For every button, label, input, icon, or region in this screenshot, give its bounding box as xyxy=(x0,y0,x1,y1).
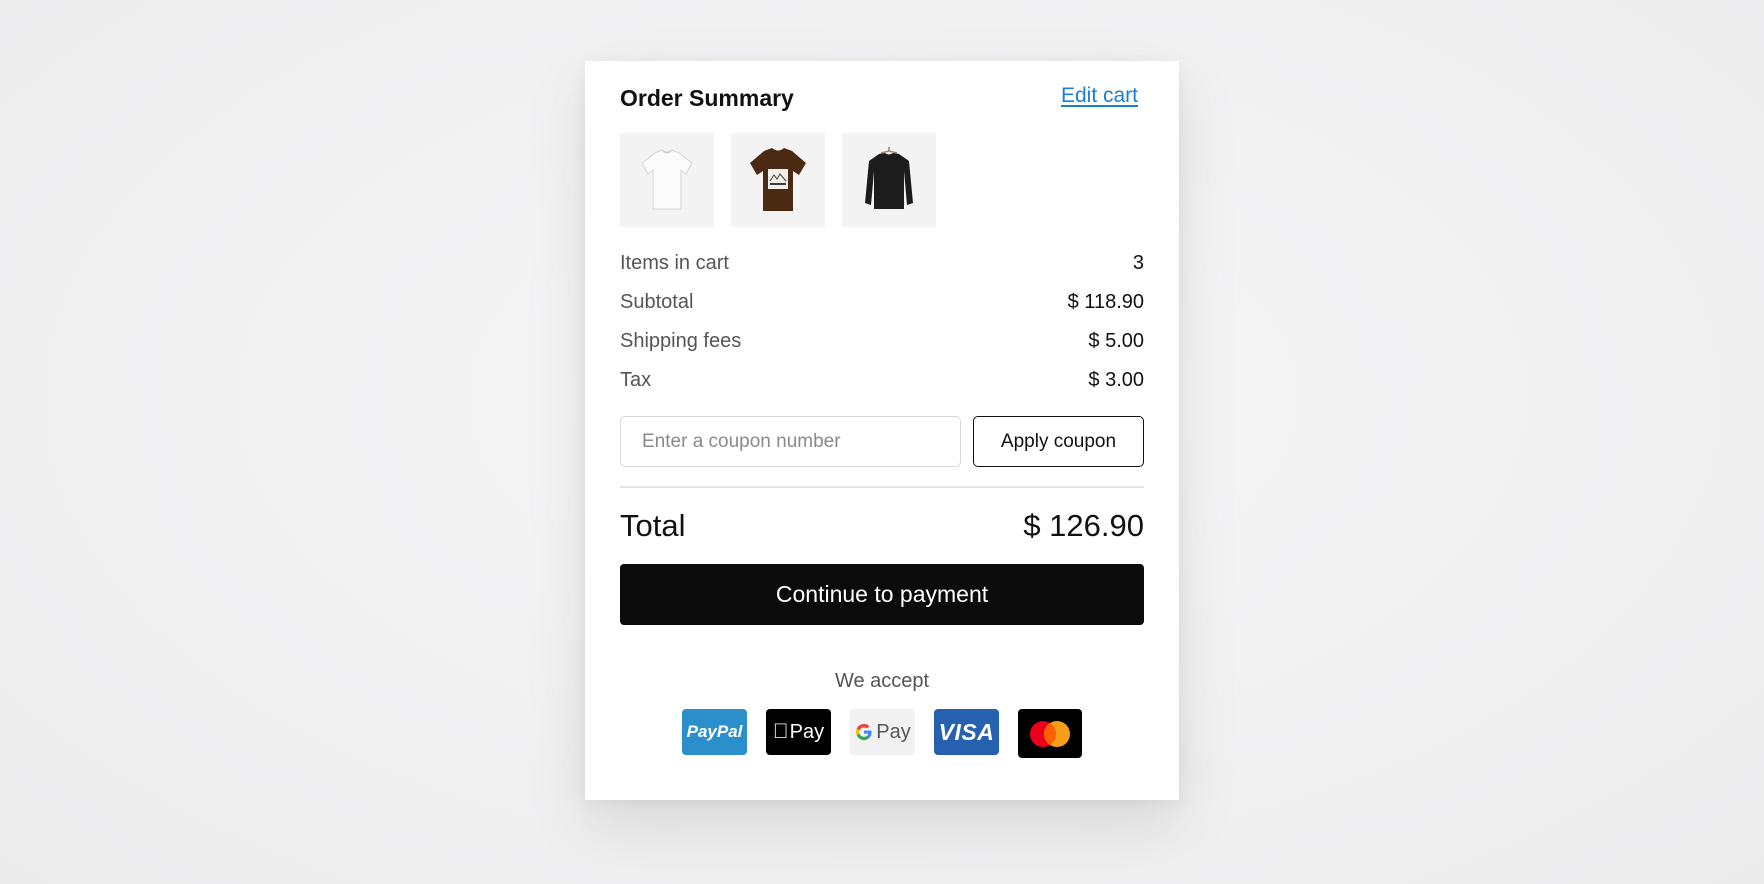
visa-icon: VISA xyxy=(934,709,999,755)
google-pay-icon: Pay xyxy=(850,709,915,755)
row-value: 3 xyxy=(1132,252,1144,274)
coupon-section: Apply coupon xyxy=(620,416,1144,467)
row-label: Shipping fees xyxy=(620,330,742,352)
mastercard-circles-icon xyxy=(1030,720,1070,747)
white-tshirt-image xyxy=(641,149,693,210)
product-thumbnail-black-sweatshirt[interactable] xyxy=(842,133,936,227)
visa-wordmark: VISA xyxy=(938,718,995,745)
row-value: $ 118.90 xyxy=(1067,291,1144,313)
total-label: Total xyxy=(620,508,686,543)
card-header: Order Summary Edit cart xyxy=(620,61,1144,133)
product-thumbnail-brown-tshirt[interactable] xyxy=(731,133,825,227)
brown-tshirt-image xyxy=(750,148,806,211)
row-label: Tax xyxy=(620,369,652,391)
paypal-icon: PayPal xyxy=(682,709,747,755)
subtotal-row: Subtotal $ 118.90 xyxy=(620,283,1144,322)
row-label: Subtotal xyxy=(620,291,694,313)
order-summary-card: Order Summary Edit cart Items in cart 3 … xyxy=(585,61,1179,800)
tax-row: Tax $ 3.00 xyxy=(620,361,1144,400)
shipping-fees-row: Shipping fees $ 5.00 xyxy=(620,322,1144,361)
row-label: Items in cart xyxy=(620,252,729,274)
paypal-wordmark: PayPal xyxy=(686,722,743,741)
coupon-input[interactable] xyxy=(620,416,961,467)
mastercard-icon xyxy=(1018,709,1082,758)
black-sweatshirt-image xyxy=(865,147,913,209)
order-summary-title: Order Summary xyxy=(620,85,794,111)
payment-methods: PayPal  Pay Pay VISA xyxy=(620,709,1144,758)
cost-breakdown: Items in cart 3 Subtotal $ 118.90 Shippi… xyxy=(620,244,1144,400)
apple-logo-icon:  xyxy=(773,720,789,744)
we-accept-label: We accept xyxy=(834,670,930,692)
row-value: $ 3.00 xyxy=(1088,369,1144,391)
apple-pay-wordmark: Pay xyxy=(781,720,824,743)
items-in-cart-row: Items in cart 3 xyxy=(620,244,1144,283)
apply-coupon-button[interactable]: Apply coupon xyxy=(973,416,1144,467)
continue-to-payment-button[interactable]: Continue to payment xyxy=(620,564,1144,625)
edit-cart-link[interactable]: Edit cart xyxy=(1061,84,1138,108)
cart-thumbnails xyxy=(620,133,1144,227)
total-row: Total $ 126.90 xyxy=(620,488,1144,564)
apple-pay-icon:  Pay xyxy=(766,709,831,755)
page-background: Order Summary Edit cart Items in cart 3 … xyxy=(0,0,1764,884)
product-thumbnail-white-tshirt[interactable] xyxy=(620,133,714,227)
google-g-icon xyxy=(856,724,872,740)
google-pay-wordmark: Pay xyxy=(876,720,911,743)
total-value: $ 126.90 xyxy=(1023,508,1144,543)
row-value: $ 5.00 xyxy=(1088,330,1144,352)
